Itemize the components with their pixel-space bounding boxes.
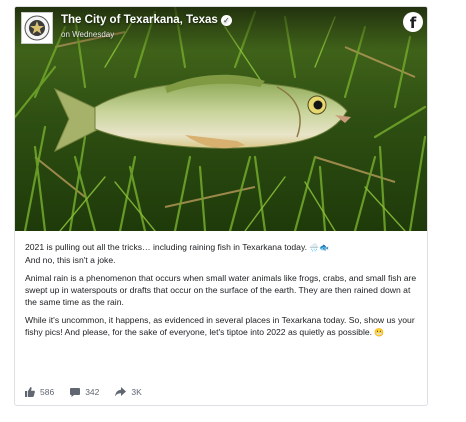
page-name-text[interactable]: The City of Texarkana, Texas xyxy=(61,14,218,26)
grimace-emoji: 😬 xyxy=(374,328,385,337)
post-paragraph-text: And no, this isn't a joke. xyxy=(25,255,116,265)
like-count[interactable]: 586 xyxy=(25,387,54,397)
post-photo[interactable]: The City of Texarkana, Texas ✓ on Wednesd… xyxy=(15,7,427,231)
share-icon xyxy=(115,387,127,397)
post-paragraph-text: Animal rain is a phenomenon that occurs … xyxy=(25,273,417,307)
page-name[interactable]: The City of Texarkana, Texas ✓ xyxy=(61,14,232,26)
post-paragraph: 2021 is pulling out all the tricks… incl… xyxy=(25,241,421,266)
page-avatar[interactable] xyxy=(21,12,53,44)
rain-fish-emoji: 🌧️🐟 xyxy=(309,243,330,252)
post-paragraph-text: While it's uncommon, it happens, as evid… xyxy=(25,315,415,337)
post-body: 2021 is pulling out all the tricks… incl… xyxy=(25,241,421,345)
comment-count-value: 342 xyxy=(85,387,100,397)
city-seal-icon xyxy=(24,15,50,41)
facebook-post-card: The City of Texarkana, Texas ✓ on Wednesd… xyxy=(14,6,428,406)
share-count[interactable]: 3K xyxy=(115,387,142,397)
post-paragraph: Animal rain is a phenomenon that occurs … xyxy=(25,272,421,308)
thumbs-up-icon xyxy=(25,387,35,397)
share-count-value: 3K xyxy=(131,387,142,397)
verified-badge-icon: ✓ xyxy=(220,15,232,26)
post-header: The City of Texarkana, Texas ✓ on Wednesd… xyxy=(15,7,427,51)
comment-count[interactable]: 342 xyxy=(70,387,99,397)
reaction-bar: 586 342 3K xyxy=(25,385,158,399)
like-count-value: 586 xyxy=(40,387,55,397)
post-paragraph: While it's uncommon, it happens, as evid… xyxy=(25,314,421,339)
comment-icon xyxy=(70,388,81,397)
post-timestamp[interactable]: on Wednesday xyxy=(61,30,114,39)
post-paragraph-text: 2021 is pulling out all the tricks… incl… xyxy=(25,242,308,252)
facebook-icon[interactable]: f xyxy=(403,12,423,32)
